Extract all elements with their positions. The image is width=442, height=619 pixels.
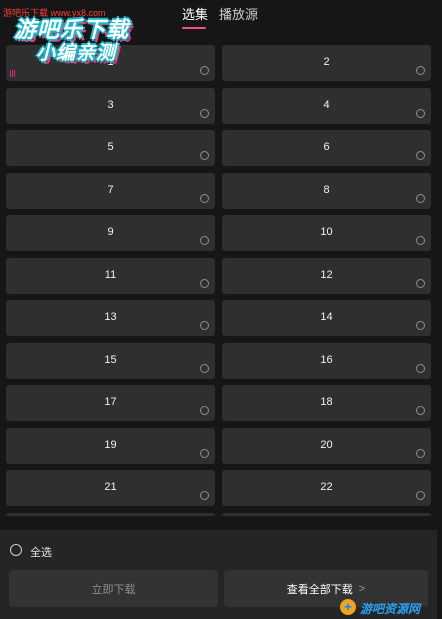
episode-item[interactable]: 18 bbox=[222, 385, 431, 421]
episode-select-radio-icon[interactable] bbox=[416, 236, 425, 245]
watermark-barcode-icon bbox=[10, 70, 16, 77]
episode-select-radio-icon[interactable] bbox=[200, 66, 209, 75]
episode-select-radio-icon[interactable] bbox=[416, 448, 425, 458]
episode-item[interactable]: 10 bbox=[222, 215, 431, 251]
episode-item[interactable]: 2 bbox=[222, 45, 431, 81]
episode-number: 16 bbox=[320, 353, 333, 366]
episode-select-radio-icon[interactable] bbox=[200, 406, 209, 415]
episode-item[interactable]: 3 bbox=[6, 87, 215, 124]
site-logo: ✚ 游吧资源网 bbox=[340, 599, 438, 617]
episode-number: 7 bbox=[107, 183, 114, 196]
episode-select-radio-icon[interactable] bbox=[416, 278, 425, 288]
episode-number: 20 bbox=[320, 438, 333, 451]
view-all-downloads-label: 查看全部下载 bbox=[286, 583, 353, 596]
episode-number: 18 bbox=[320, 396, 333, 408]
episode-item[interactable]: 22 bbox=[222, 470, 431, 506]
episode-item[interactable]: 13 bbox=[6, 300, 215, 336]
watermark: 游吧乐下载 www.yx8.com 游吧乐下载 小编亲测 bbox=[0, 0, 160, 77]
episode-item[interactable]: 16 bbox=[222, 342, 431, 379]
episode-select-radio-icon[interactable] bbox=[200, 108, 209, 118]
episode-number: 22 bbox=[320, 481, 333, 493]
episode-select-radio-icon[interactable] bbox=[416, 491, 425, 500]
episode-number: 2 bbox=[323, 56, 330, 68]
episode-item[interactable]: 21 bbox=[6, 470, 215, 506]
episode-select-radio-icon[interactable] bbox=[416, 321, 425, 330]
episode-item[interactable]: 5 bbox=[6, 130, 215, 166]
episode-select-radio-icon[interactable] bbox=[416, 151, 425, 160]
episode-grid: 123456789101112131415161718192021222324 bbox=[6, 45, 431, 516]
episode-select-radio-icon[interactable] bbox=[200, 236, 209, 245]
episode-number: 11 bbox=[104, 268, 117, 281]
episode-item[interactable]: 19 bbox=[6, 427, 215, 464]
episode-item[interactable]: 12 bbox=[222, 257, 431, 294]
tab-play-source[interactable]: 播放源 bbox=[219, 4, 258, 23]
episode-number: 4 bbox=[323, 98, 330, 111]
episode-item[interactable]: 23 bbox=[6, 512, 215, 516]
episode-number: 15 bbox=[104, 353, 117, 366]
episode-number: 21 bbox=[104, 481, 117, 493]
active-tab-indicator bbox=[182, 27, 206, 29]
episode-item[interactable]: 11 bbox=[6, 257, 215, 294]
episode-number: 3 bbox=[107, 98, 114, 111]
episode-number: 5 bbox=[107, 141, 114, 153]
episode-number: 14 bbox=[320, 311, 333, 323]
episode-item[interactable]: 9 bbox=[6, 215, 215, 251]
episode-item[interactable]: 8 bbox=[222, 172, 431, 209]
episode-number: 6 bbox=[323, 141, 330, 153]
episode-select-radio-icon[interactable] bbox=[416, 193, 425, 203]
episode-number: 8 bbox=[323, 183, 330, 196]
episode-item[interactable]: 15 bbox=[6, 342, 215, 379]
episode-item[interactable]: 20 bbox=[222, 427, 431, 464]
gamepad-icon: ✚ bbox=[340, 599, 356, 615]
chevron-right-icon: > bbox=[358, 582, 366, 595]
episode-select-radio-icon[interactable] bbox=[416, 108, 425, 118]
episode-select-radio-icon[interactable] bbox=[416, 406, 425, 415]
download-now-button[interactable]: 立即下载 bbox=[9, 570, 218, 607]
episode-number: 9 bbox=[107, 226, 114, 238]
episode-number: 19 bbox=[104, 438, 117, 451]
episode-select-radio-icon[interactable] bbox=[200, 363, 209, 373]
episode-select-radio-icon[interactable] bbox=[200, 278, 209, 288]
select-all-label: 全选 bbox=[30, 547, 52, 559]
episode-select-radio-icon[interactable] bbox=[200, 448, 209, 458]
episode-item[interactable]: 4 bbox=[222, 87, 431, 124]
episode-item[interactable]: 24 bbox=[222, 512, 431, 516]
episode-item[interactable]: 6 bbox=[222, 130, 431, 166]
episode-number: 13 bbox=[104, 311, 117, 323]
episode-select-radio-icon[interactable] bbox=[416, 363, 425, 373]
episode-number: 10 bbox=[320, 226, 333, 238]
episode-select-radio-icon[interactable] bbox=[200, 321, 209, 330]
download-now-label: 立即下载 bbox=[91, 583, 136, 596]
site-logo-text: 游吧资源网 bbox=[360, 602, 421, 616]
select-all-radio-icon[interactable] bbox=[10, 544, 22, 556]
episode-select-radio-icon[interactable] bbox=[200, 151, 209, 160]
episode-item[interactable]: 7 bbox=[6, 172, 215, 209]
episode-number: 12 bbox=[320, 268, 333, 281]
episode-select-radio-icon[interactable] bbox=[416, 66, 425, 75]
episode-number: 17 bbox=[104, 396, 117, 408]
episode-item[interactable]: 14 bbox=[222, 300, 431, 336]
episode-select-radio-icon[interactable] bbox=[200, 491, 209, 500]
episode-select-radio-icon[interactable] bbox=[200, 193, 209, 203]
episode-item[interactable]: 17 bbox=[6, 385, 215, 421]
tab-episodes[interactable]: 选集 bbox=[182, 4, 208, 23]
watermark-subtitle: 小编亲测 bbox=[36, 43, 117, 64]
